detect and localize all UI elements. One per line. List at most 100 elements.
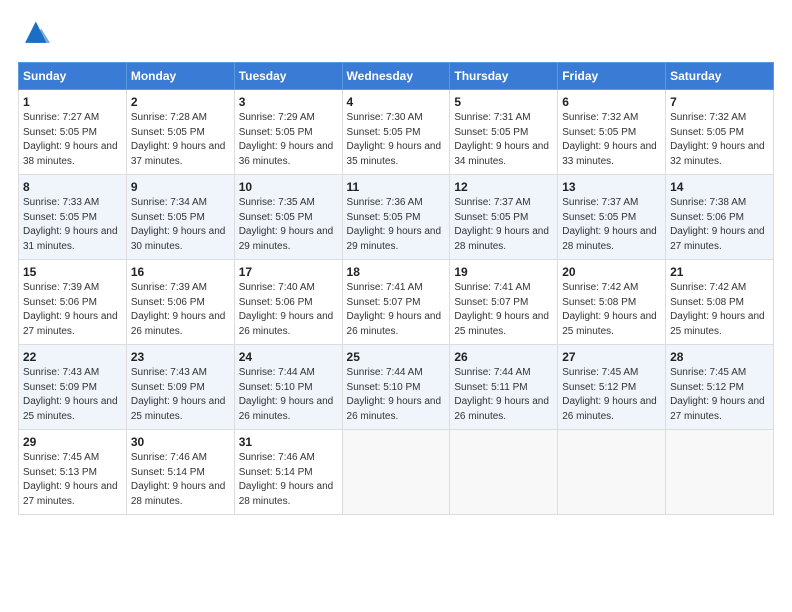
day-number: 29 (23, 435, 122, 449)
week-row-1: 1 Sunrise: 7:27 AM Sunset: 5:05 PM Dayli… (19, 90, 774, 175)
day-info: Sunrise: 7:40 AM Sunset: 5:06 PM Dayligh… (239, 281, 338, 339)
day-info: Sunrise: 7:41 AM Sunset: 5:07 PM Dayligh… (347, 281, 446, 339)
day-info: Sunrise: 7:43 AM Sunset: 5:09 PM Dayligh… (23, 366, 122, 424)
day-cell (342, 430, 450, 515)
day-cell (558, 430, 666, 515)
week-row-2: 8 Sunrise: 7:33 AM Sunset: 5:05 PM Dayli… (19, 175, 774, 260)
page: SundayMondayTuesdayWednesdayThursdayFrid… (0, 0, 792, 525)
day-number: 8 (23, 180, 122, 194)
week-row-3: 15 Sunrise: 7:39 AM Sunset: 5:06 PM Dayl… (19, 260, 774, 345)
day-info: Sunrise: 7:44 AM Sunset: 5:10 PM Dayligh… (239, 366, 338, 424)
day-info: Sunrise: 7:44 AM Sunset: 5:10 PM Dayligh… (347, 366, 446, 424)
day-number: 30 (131, 435, 230, 449)
logo-icon (18, 18, 50, 50)
logo (18, 18, 54, 50)
day-info: Sunrise: 7:37 AM Sunset: 5:05 PM Dayligh… (562, 196, 661, 254)
day-cell: 11 Sunrise: 7:36 AM Sunset: 5:05 PM Dayl… (342, 175, 450, 260)
day-number: 14 (670, 180, 769, 194)
day-cell: 16 Sunrise: 7:39 AM Sunset: 5:06 PM Dayl… (126, 260, 234, 345)
day-number: 6 (562, 95, 661, 109)
day-info: Sunrise: 7:38 AM Sunset: 5:06 PM Dayligh… (670, 196, 769, 254)
day-cell: 12 Sunrise: 7:37 AM Sunset: 5:05 PM Dayl… (450, 175, 558, 260)
day-cell: 27 Sunrise: 7:45 AM Sunset: 5:12 PM Dayl… (558, 345, 666, 430)
day-cell: 6 Sunrise: 7:32 AM Sunset: 5:05 PM Dayli… (558, 90, 666, 175)
day-info: Sunrise: 7:27 AM Sunset: 5:05 PM Dayligh… (23, 111, 122, 169)
day-cell (666, 430, 774, 515)
calendar-table: SundayMondayTuesdayWednesdayThursdayFrid… (18, 62, 774, 515)
day-number: 19 (454, 265, 553, 279)
day-number: 31 (239, 435, 338, 449)
header (18, 18, 774, 50)
day-cell: 28 Sunrise: 7:45 AM Sunset: 5:12 PM Dayl… (666, 345, 774, 430)
day-cell: 21 Sunrise: 7:42 AM Sunset: 5:08 PM Dayl… (666, 260, 774, 345)
day-number: 23 (131, 350, 230, 364)
day-number: 10 (239, 180, 338, 194)
day-number: 5 (454, 95, 553, 109)
day-info: Sunrise: 7:37 AM Sunset: 5:05 PM Dayligh… (454, 196, 553, 254)
day-number: 21 (670, 265, 769, 279)
day-info: Sunrise: 7:43 AM Sunset: 5:09 PM Dayligh… (131, 366, 230, 424)
day-cell: 29 Sunrise: 7:45 AM Sunset: 5:13 PM Dayl… (19, 430, 127, 515)
day-info: Sunrise: 7:36 AM Sunset: 5:05 PM Dayligh… (347, 196, 446, 254)
day-cell: 5 Sunrise: 7:31 AM Sunset: 5:05 PM Dayli… (450, 90, 558, 175)
day-number: 24 (239, 350, 338, 364)
day-info: Sunrise: 7:46 AM Sunset: 5:14 PM Dayligh… (239, 451, 338, 509)
weekday-header-row: SundayMondayTuesdayWednesdayThursdayFrid… (19, 63, 774, 90)
weekday-header-tuesday: Tuesday (234, 63, 342, 90)
day-info: Sunrise: 7:45 AM Sunset: 5:13 PM Dayligh… (23, 451, 122, 509)
day-number: 1 (23, 95, 122, 109)
weekday-header-thursday: Thursday (450, 63, 558, 90)
day-number: 18 (347, 265, 446, 279)
day-info: Sunrise: 7:45 AM Sunset: 5:12 PM Dayligh… (562, 366, 661, 424)
day-cell: 23 Sunrise: 7:43 AM Sunset: 5:09 PM Dayl… (126, 345, 234, 430)
day-cell: 22 Sunrise: 7:43 AM Sunset: 5:09 PM Dayl… (19, 345, 127, 430)
day-info: Sunrise: 7:45 AM Sunset: 5:12 PM Dayligh… (670, 366, 769, 424)
weekday-header-saturday: Saturday (666, 63, 774, 90)
day-info: Sunrise: 7:39 AM Sunset: 5:06 PM Dayligh… (23, 281, 122, 339)
day-cell: 14 Sunrise: 7:38 AM Sunset: 5:06 PM Dayl… (666, 175, 774, 260)
day-cell: 24 Sunrise: 7:44 AM Sunset: 5:10 PM Dayl… (234, 345, 342, 430)
day-number: 25 (347, 350, 446, 364)
day-cell: 7 Sunrise: 7:32 AM Sunset: 5:05 PM Dayli… (666, 90, 774, 175)
day-cell: 31 Sunrise: 7:46 AM Sunset: 5:14 PM Dayl… (234, 430, 342, 515)
weekday-header-wednesday: Wednesday (342, 63, 450, 90)
day-info: Sunrise: 7:39 AM Sunset: 5:06 PM Dayligh… (131, 281, 230, 339)
day-info: Sunrise: 7:31 AM Sunset: 5:05 PM Dayligh… (454, 111, 553, 169)
day-info: Sunrise: 7:32 AM Sunset: 5:05 PM Dayligh… (562, 111, 661, 169)
day-number: 22 (23, 350, 122, 364)
day-number: 26 (454, 350, 553, 364)
day-number: 20 (562, 265, 661, 279)
day-info: Sunrise: 7:42 AM Sunset: 5:08 PM Dayligh… (670, 281, 769, 339)
week-row-5: 29 Sunrise: 7:45 AM Sunset: 5:13 PM Dayl… (19, 430, 774, 515)
day-cell: 25 Sunrise: 7:44 AM Sunset: 5:10 PM Dayl… (342, 345, 450, 430)
day-number: 9 (131, 180, 230, 194)
day-cell: 15 Sunrise: 7:39 AM Sunset: 5:06 PM Dayl… (19, 260, 127, 345)
day-cell: 3 Sunrise: 7:29 AM Sunset: 5:05 PM Dayli… (234, 90, 342, 175)
day-info: Sunrise: 7:35 AM Sunset: 5:05 PM Dayligh… (239, 196, 338, 254)
day-cell: 17 Sunrise: 7:40 AM Sunset: 5:06 PM Dayl… (234, 260, 342, 345)
day-info: Sunrise: 7:42 AM Sunset: 5:08 PM Dayligh… (562, 281, 661, 339)
day-info: Sunrise: 7:34 AM Sunset: 5:05 PM Dayligh… (131, 196, 230, 254)
day-cell: 9 Sunrise: 7:34 AM Sunset: 5:05 PM Dayli… (126, 175, 234, 260)
day-cell: 1 Sunrise: 7:27 AM Sunset: 5:05 PM Dayli… (19, 90, 127, 175)
weekday-header-friday: Friday (558, 63, 666, 90)
day-number: 16 (131, 265, 230, 279)
day-number: 27 (562, 350, 661, 364)
day-number: 17 (239, 265, 338, 279)
day-info: Sunrise: 7:30 AM Sunset: 5:05 PM Dayligh… (347, 111, 446, 169)
day-number: 11 (347, 180, 446, 194)
day-cell: 30 Sunrise: 7:46 AM Sunset: 5:14 PM Dayl… (126, 430, 234, 515)
day-number: 12 (454, 180, 553, 194)
day-info: Sunrise: 7:32 AM Sunset: 5:05 PM Dayligh… (670, 111, 769, 169)
day-cell: 18 Sunrise: 7:41 AM Sunset: 5:07 PM Dayl… (342, 260, 450, 345)
day-cell: 26 Sunrise: 7:44 AM Sunset: 5:11 PM Dayl… (450, 345, 558, 430)
day-number: 7 (670, 95, 769, 109)
day-cell: 20 Sunrise: 7:42 AM Sunset: 5:08 PM Dayl… (558, 260, 666, 345)
day-cell: 19 Sunrise: 7:41 AM Sunset: 5:07 PM Dayl… (450, 260, 558, 345)
day-cell: 8 Sunrise: 7:33 AM Sunset: 5:05 PM Dayli… (19, 175, 127, 260)
day-info: Sunrise: 7:44 AM Sunset: 5:11 PM Dayligh… (454, 366, 553, 424)
day-info: Sunrise: 7:46 AM Sunset: 5:14 PM Dayligh… (131, 451, 230, 509)
weekday-header-sunday: Sunday (19, 63, 127, 90)
day-info: Sunrise: 7:29 AM Sunset: 5:05 PM Dayligh… (239, 111, 338, 169)
day-number: 4 (347, 95, 446, 109)
